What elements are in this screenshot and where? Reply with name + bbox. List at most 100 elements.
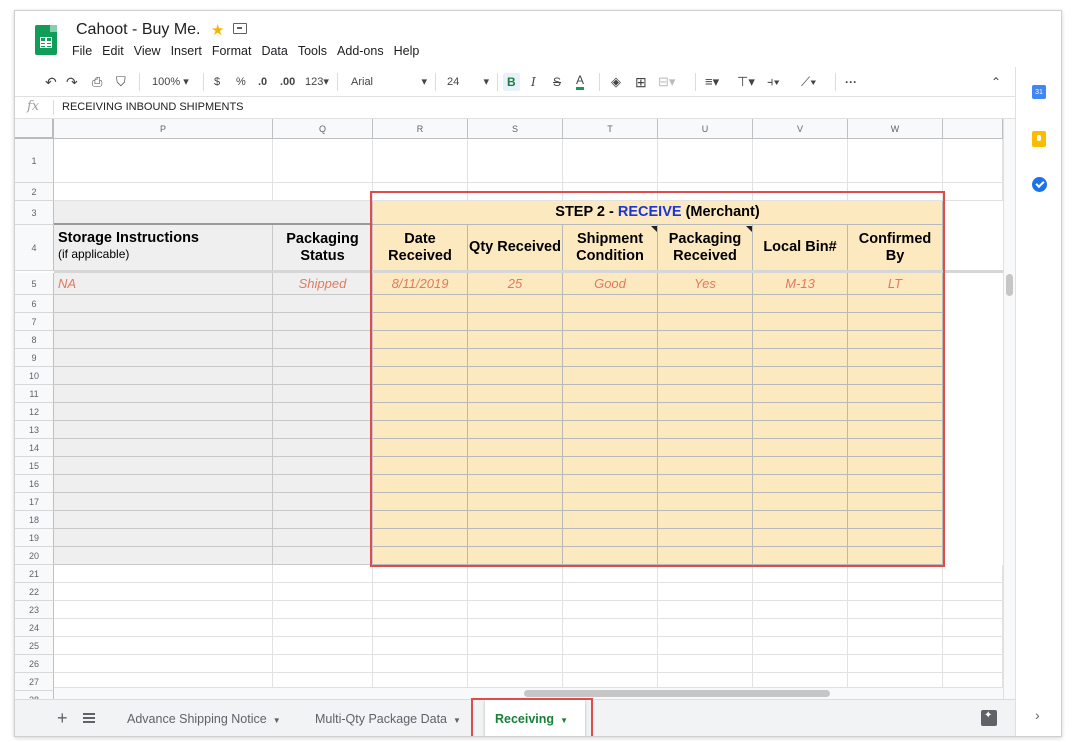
grid-cell[interactable] [468,457,563,475]
grid-cell[interactable] [943,601,1003,619]
column-header-w[interactable]: W [848,119,943,139]
row-header-3[interactable]: 3 [15,201,54,225]
row-header-15[interactable]: 15 [15,457,54,475]
tab-menu-caret-icon[interactable]: ▼ [560,716,568,725]
grid-cell[interactable] [273,349,373,367]
grid-cell[interactable] [373,637,468,655]
grid-cell[interactable] [753,349,848,367]
row-header-17[interactable]: 17 [15,493,54,511]
grid-cell[interactable] [273,313,373,331]
keep-icon[interactable] [1032,131,1046,147]
row-header-27[interactable]: 27 [15,673,54,691]
grid-cell[interactable] [468,655,563,673]
grid-cell[interactable] [273,403,373,421]
row-header-2[interactable]: 2 [15,183,54,201]
redo-icon[interactable]: ↷ [66,73,78,91]
column-header-x[interactable] [943,119,1003,139]
grid-cell[interactable] [753,529,848,547]
grid-cell[interactable] [373,313,468,331]
grid-cell[interactable] [373,367,468,385]
confirmed-by-cell[interactable]: LT [848,273,943,295]
text-wrap-icon[interactable]: ⫞▾ [767,73,780,91]
strikethrough-button[interactable]: S [553,73,561,91]
grid-cell[interactable] [54,529,273,547]
grid-cell[interactable] [563,367,658,385]
menu-view[interactable]: View [134,44,161,58]
vertical-scrollbar[interactable] [1003,119,1015,699]
row-header-8[interactable]: 8 [15,331,54,349]
formula-input[interactable]: RECEIVING INBOUND SHIPMENTS [62,101,244,113]
grid-cell[interactable] [753,385,848,403]
tab-menu-caret-icon[interactable]: ▼ [453,716,461,725]
column-header-u[interactable]: U [658,119,753,139]
grid-cell[interactable] [563,421,658,439]
grid-cell[interactable] [273,439,373,457]
row-header-23[interactable]: 23 [15,601,54,619]
grid-cell[interactable] [753,403,848,421]
grid-cell[interactable] [468,475,563,493]
table-row[interactable]: NA [54,273,273,295]
grid-cell[interactable] [373,349,468,367]
grid-cell[interactable] [468,349,563,367]
grid-cell[interactable] [54,295,273,313]
qty-received-header[interactable]: Qty Received [468,225,563,271]
menu-data[interactable]: Data [261,44,287,58]
decrease-decimal-button[interactable]: .0 [258,73,267,91]
grid-cell[interactable] [658,457,753,475]
paint-format-icon[interactable]: ⛉ [116,73,126,91]
grid-cell[interactable] [563,529,658,547]
row-header-25[interactable]: 25 [15,637,54,655]
move-folder-icon[interactable] [233,23,247,34]
row-header-20[interactable]: 20 [15,547,54,565]
print-icon[interactable]: ⎙ [92,73,102,91]
grid-cell[interactable] [468,529,563,547]
grid-cell[interactable] [658,583,753,601]
tab-advance-shipping-notice[interactable]: Advance Shipping Notice ▼ [117,700,291,736]
qty-received-cell[interactable]: 25 [468,273,563,295]
grid-cell[interactable] [848,295,943,313]
grid-cell[interactable] [373,183,468,201]
grid-cell[interactable] [753,457,848,475]
percent-format-button[interactable]: % [236,73,246,91]
row-header-18[interactable]: 18 [15,511,54,529]
grid-cell[interactable] [848,637,943,655]
grid-cell[interactable] [563,349,658,367]
row-header-10[interactable]: 10 [15,367,54,385]
grid-cell[interactable] [54,619,273,637]
grid-cell[interactable] [373,439,468,457]
grid-cell[interactable] [273,529,373,547]
grid-cell[interactable] [468,601,563,619]
grid-cell[interactable] [848,367,943,385]
grid-cell[interactable] [468,583,563,601]
grid-cell[interactable] [563,601,658,619]
grid-cell[interactable] [658,367,753,385]
grid-cell[interactable] [753,331,848,349]
tasks-icon[interactable] [1032,177,1047,192]
menu-edit[interactable]: Edit [102,44,124,58]
grid-cell[interactable] [373,547,468,565]
grid-cell[interactable] [658,349,753,367]
grid-cell[interactable] [563,655,658,673]
grid-cell[interactable] [658,511,753,529]
grid-cell[interactable] [753,493,848,511]
grid-cell[interactable] [54,331,273,349]
grid-cell[interactable] [658,403,753,421]
grid-cell[interactable] [658,139,753,183]
grid-cell[interactable] [943,619,1003,637]
packaging-received-header[interactable]: Packaging Received [658,225,753,271]
row-header-5[interactable]: 5 [15,273,54,295]
row-header-7[interactable]: 7 [15,313,54,331]
grid-cell[interactable] [563,565,658,583]
grid-cell[interactable] [753,565,848,583]
borders-icon[interactable]: ⊞ [635,73,647,91]
column-header-t[interactable]: T [563,119,658,139]
grid-cell[interactable] [563,183,658,201]
grid-cell[interactable] [943,655,1003,673]
grid-cell[interactable] [373,655,468,673]
fill-color-icon[interactable]: ◈ [611,73,621,91]
grid-cell[interactable] [563,457,658,475]
grid-cell[interactable] [753,439,848,457]
grid-cell[interactable] [468,511,563,529]
row-header-14[interactable]: 14 [15,439,54,457]
grid-cell[interactable] [468,493,563,511]
